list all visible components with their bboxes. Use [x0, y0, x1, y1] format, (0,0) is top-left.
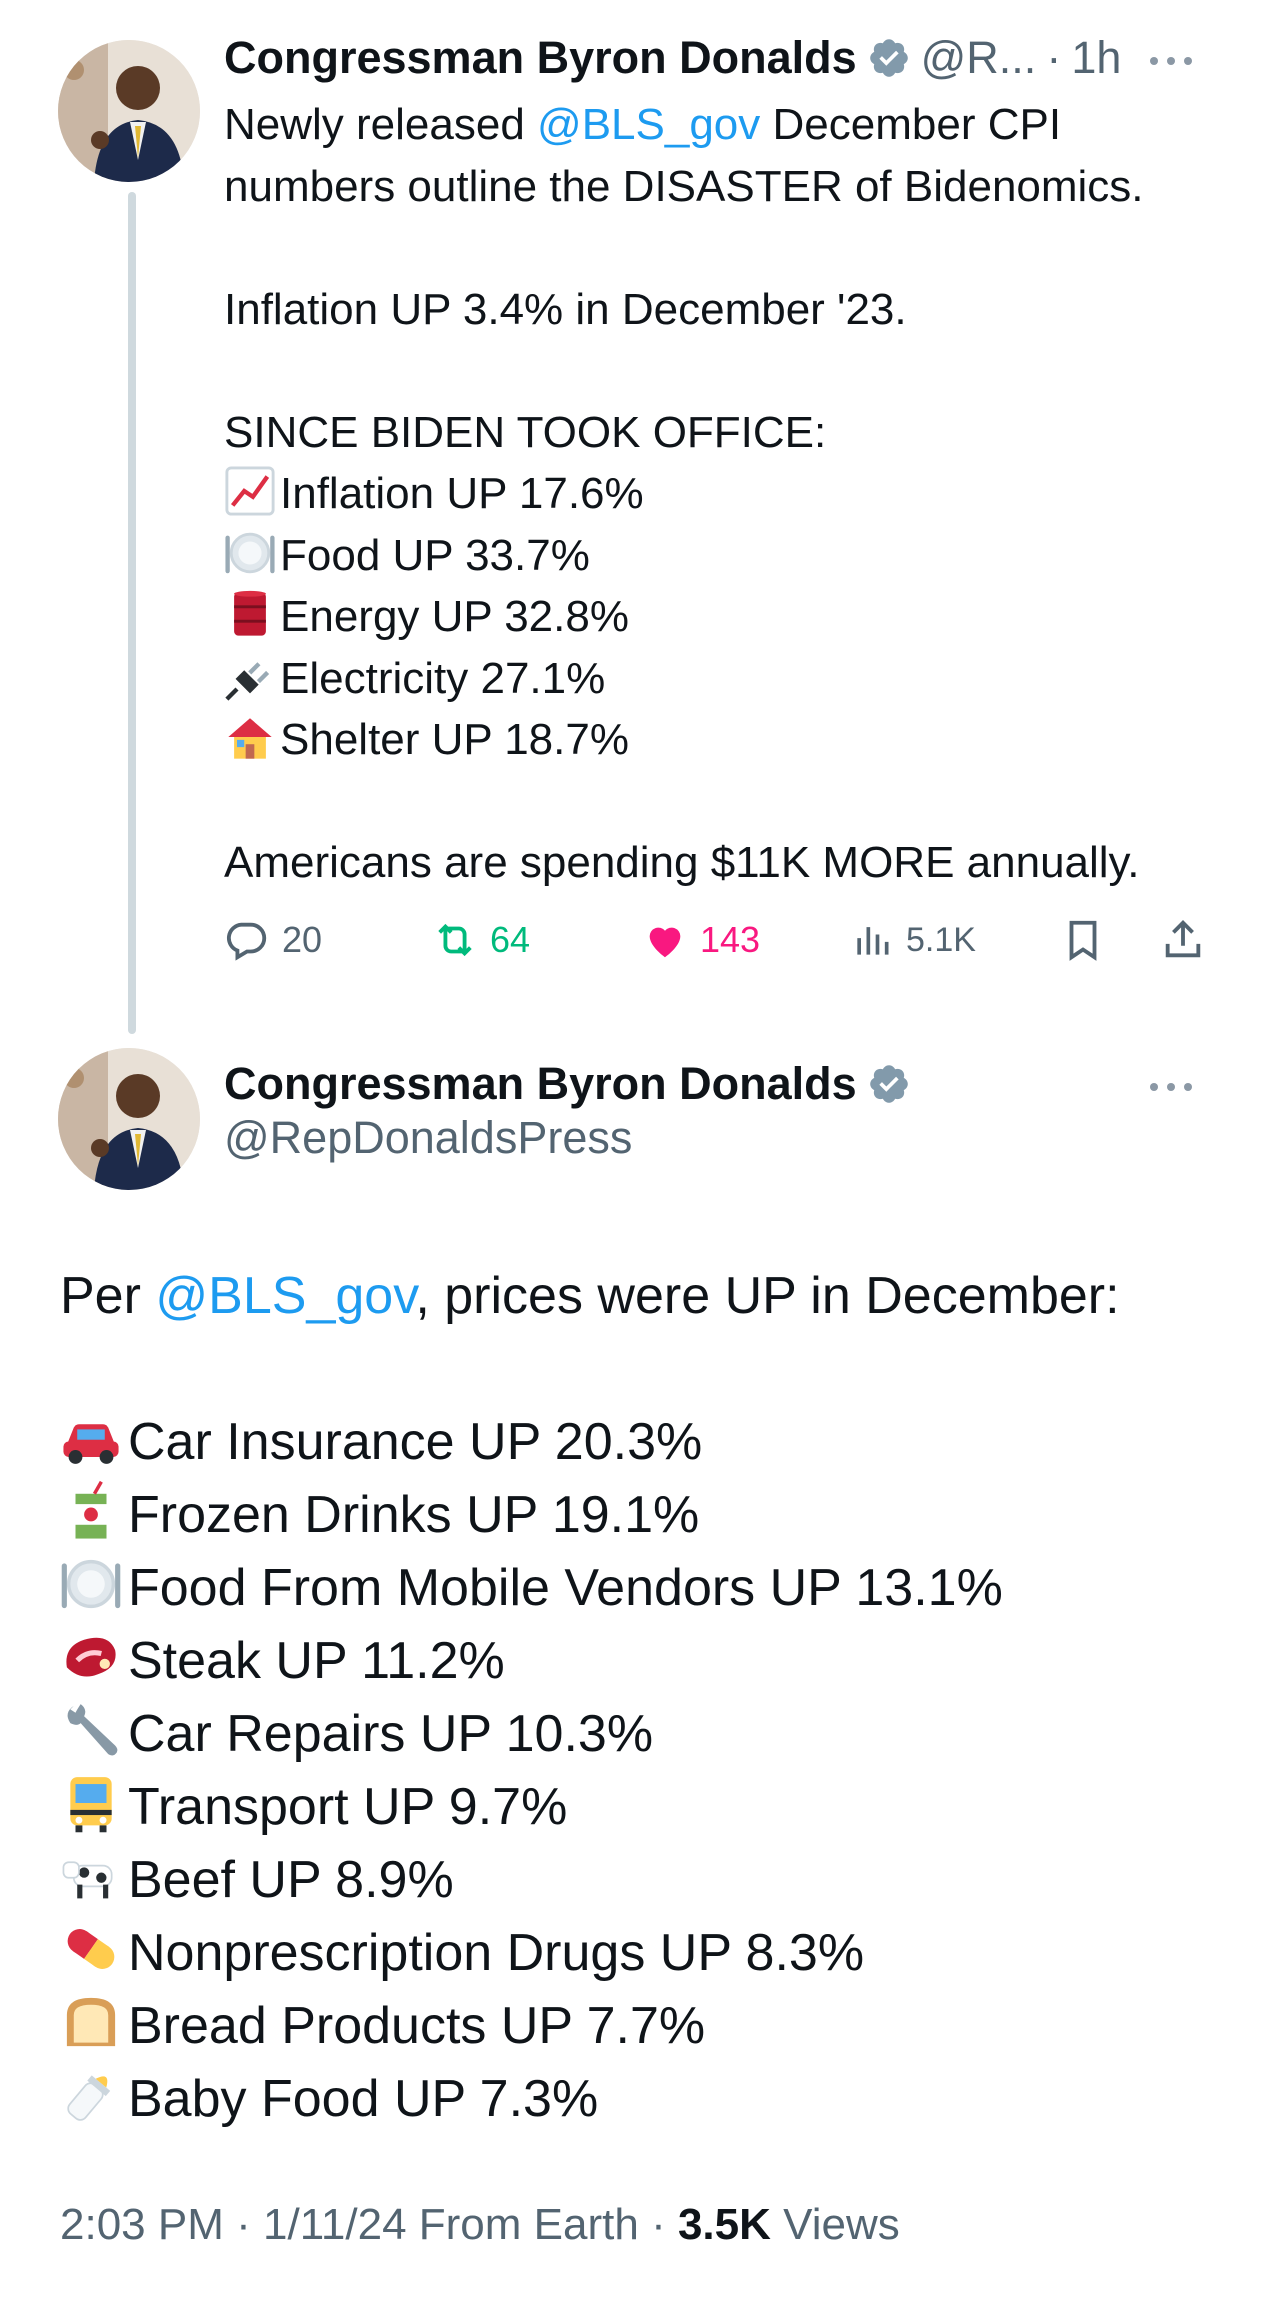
list-item: Frozen Drinks UP 19.1%: [60, 1479, 1240, 1552]
list-item: Baby Food UP 7.3%: [60, 2063, 1240, 2136]
reply-button[interactable]: 20: [224, 910, 322, 970]
display-name[interactable]: Congressman Byron Donalds: [224, 1058, 857, 1110]
wrench-icon: [60, 1699, 122, 1761]
list-item: Food UP 33.7%: [224, 525, 1244, 587]
juice-box-icon: [60, 1480, 122, 1542]
tweet-line: Inflation UP 3.4% in December '23.: [224, 284, 907, 334]
list-item: Bread Products UP 7.7%: [60, 1990, 1240, 2063]
list-item: Steak UP 11.2%: [60, 1625, 1240, 1698]
tweet-header: Congressman Byron Donalds @R... · 1h: [224, 32, 1121, 84]
chart-increasing-icon: [224, 465, 276, 517]
plate-cutlery-icon: [224, 527, 276, 579]
tweet-line: Americans are spending $11K MORE annuall…: [224, 838, 1140, 887]
tweet-line: Newly released @BLS_gov December CPI: [224, 100, 1062, 149]
cow-icon: [60, 1845, 122, 1907]
avatar[interactable]: [58, 40, 200, 182]
bus-icon: [60, 1772, 122, 1834]
list-item: Nonprescription Drugs UP 8.3%: [60, 1917, 1240, 1990]
retweet-icon: [438, 923, 472, 957]
list-item: Car Repairs UP 10.3%: [60, 1698, 1240, 1771]
time-separator: ·: [1046, 32, 1062, 83]
timestamp[interactable]: 1h: [1071, 32, 1121, 84]
plate-cutlery-icon: [60, 1553, 122, 1615]
like-button[interactable]: 143: [642, 910, 760, 970]
view-count: 5.1K: [906, 920, 976, 959]
pill-icon: [60, 1918, 122, 1980]
reply-count: 20: [282, 919, 323, 960]
views-count: 3.5K: [677, 2200, 771, 2249]
list-item: Food From Mobile Vendors UP 13.1%: [60, 1552, 1240, 1625]
tweet-footer: 2:03 PM · 1/11/24 From Earth · 3.5K View…: [60, 2200, 900, 2249]
retweet-button[interactable]: 64: [432, 910, 530, 970]
list-item: Shelter UP 18.7%: [224, 709, 1244, 771]
list-item: Energy UP 32.8%: [224, 586, 1244, 648]
tweet-line: SINCE BIDEN TOOK OFFICE:: [224, 407, 827, 457]
mention-link[interactable]: @BLS_gov: [155, 1267, 415, 1325]
handle[interactable]: @RepDonaldsPress: [224, 1112, 632, 1164]
house-icon: [224, 711, 276, 763]
list-item: Transport UP 9.7%: [60, 1771, 1240, 1844]
list-item: Car Insurance UP 20.3%: [60, 1406, 1240, 1479]
share-button[interactable]: [1160, 910, 1206, 970]
oil-drum-icon: [224, 588, 276, 640]
heart-icon: [649, 927, 681, 958]
more-options-icon[interactable]: [1150, 54, 1200, 68]
like-count: 143: [700, 919, 761, 960]
tweet-text: Per @BLS_gov, prices were UP in December…: [60, 1260, 1240, 2136]
reply-icon: [227, 922, 267, 961]
steak-icon: [60, 1626, 122, 1688]
bookmark-icon: [1069, 920, 1097, 961]
more-options-icon[interactable]: [1150, 1080, 1200, 1094]
list-item: Beef UP 8.9%: [60, 1844, 1240, 1917]
tweet-source: From Earth: [418, 2200, 639, 2249]
bread-icon: [60, 1991, 122, 2053]
display-name[interactable]: Congressman Byron Donalds: [224, 32, 857, 84]
list-item: Inflation UP 17.6%: [224, 463, 1244, 525]
mention-link[interactable]: @BLS_gov: [537, 100, 760, 149]
electric-plug-icon: [224, 650, 276, 702]
tweet-text: Newly released @BLS_gov December CPI numb…: [224, 94, 1244, 894]
views-label: Views: [783, 2200, 900, 2249]
views-chart-icon: [857, 927, 889, 955]
tweet-line: numbers outline the DISASTER of Bidenomi…: [224, 161, 1144, 211]
thread-connector-line: [128, 192, 136, 1034]
verified-badge-icon: [867, 36, 911, 80]
car-icon: [60, 1407, 122, 1469]
tweet-date[interactable]: 1/11/24: [263, 2200, 407, 2249]
tweet-header: Congressman Byron Donalds: [224, 1058, 911, 1110]
tweet-time[interactable]: 2:03 PM: [60, 2200, 224, 2249]
avatar[interactable]: [58, 1048, 200, 1190]
tweet-actions: 20 64 143 5.1K: [224, 910, 1224, 970]
verified-badge-icon: [867, 1062, 911, 1106]
list-item: Electricity 27.1%: [224, 648, 1244, 710]
views-button[interactable]: 5.1K: [850, 910, 976, 970]
retweet-count: 64: [490, 919, 531, 960]
bookmark-button[interactable]: [1060, 910, 1106, 970]
share-icon: [1165, 920, 1201, 958]
handle[interactable]: @R...: [921, 32, 1037, 84]
tweet-line: Per @BLS_gov, prices were UP in December…: [60, 1267, 1120, 1325]
baby-bottle-icon: [60, 2064, 122, 2126]
